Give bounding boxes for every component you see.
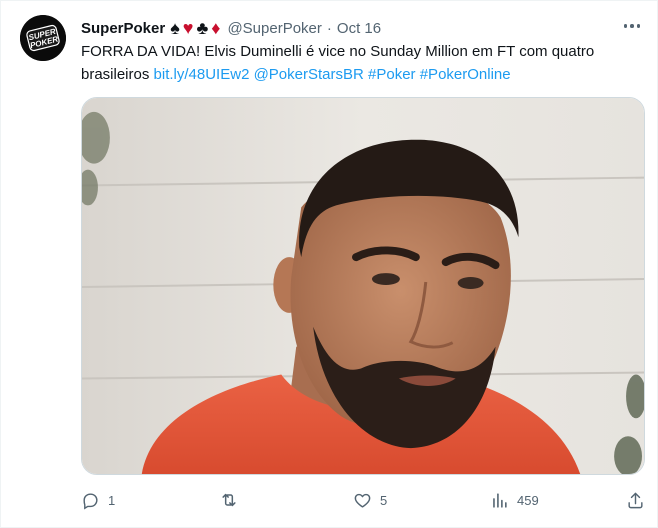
retweet-button[interactable] (219, 487, 247, 513)
separator-dot: · (326, 19, 332, 37)
tweet-header: SuperPoker ♠ ♥ ♣ ♦ @SuperPoker · Oct 16 (81, 17, 637, 39)
heart-outline-icon (354, 493, 371, 508)
reply-count: 1 (108, 492, 116, 508)
club-icon: ♣ (196, 18, 209, 38)
retweet-icon (222, 493, 236, 507)
heart-icon: ♥ (182, 18, 194, 38)
views-button[interactable]: 459 (490, 487, 539, 513)
reply-button[interactable]: 1 (81, 487, 115, 513)
mention-link[interactable]: @PokerStarsBR (254, 66, 364, 83)
superpoker-logo: SUPER POKER (20, 15, 66, 61)
spade-icon: ♠ (170, 18, 180, 38)
hashtag-poker[interactable]: #Poker (368, 66, 416, 83)
view-count: 459 (517, 492, 539, 508)
tweet-date[interactable]: Oct 16 (337, 20, 381, 37)
tweet-text: FORRA DA VIDA! Elvis Duminelli é vice no… (81, 40, 626, 86)
more-options-icon[interactable] (621, 16, 643, 36)
tweet-card[interactable]: SUPER POKER SuperPoker ♠ ♥ ♣ ♦ @SuperPok… (0, 0, 658, 528)
tweet-actions: 1 5 459 (81, 487, 645, 513)
like-button[interactable]: 5 (353, 487, 387, 513)
share-icon (628, 492, 643, 508)
author-handle[interactable]: @SuperPoker (227, 20, 321, 37)
avatar[interactable]: SUPER POKER (20, 15, 66, 61)
tweet-link[interactable]: bit.ly/48UIEw2 (154, 66, 250, 83)
photo-man-portrait (82, 98, 644, 474)
author-suit-emojis: ♠ ♥ ♣ ♦ (170, 19, 220, 37)
diamond-icon: ♦ (211, 18, 221, 38)
tweet-photo[interactable] (81, 97, 645, 475)
views-chart-icon (493, 492, 507, 508)
author-name[interactable]: SuperPoker (81, 20, 165, 37)
hashtag-pokeronline[interactable]: #PokerOnline (420, 66, 511, 83)
share-button[interactable] (626, 487, 645, 513)
like-count: 5 (380, 492, 388, 508)
reply-icon (83, 492, 98, 510)
